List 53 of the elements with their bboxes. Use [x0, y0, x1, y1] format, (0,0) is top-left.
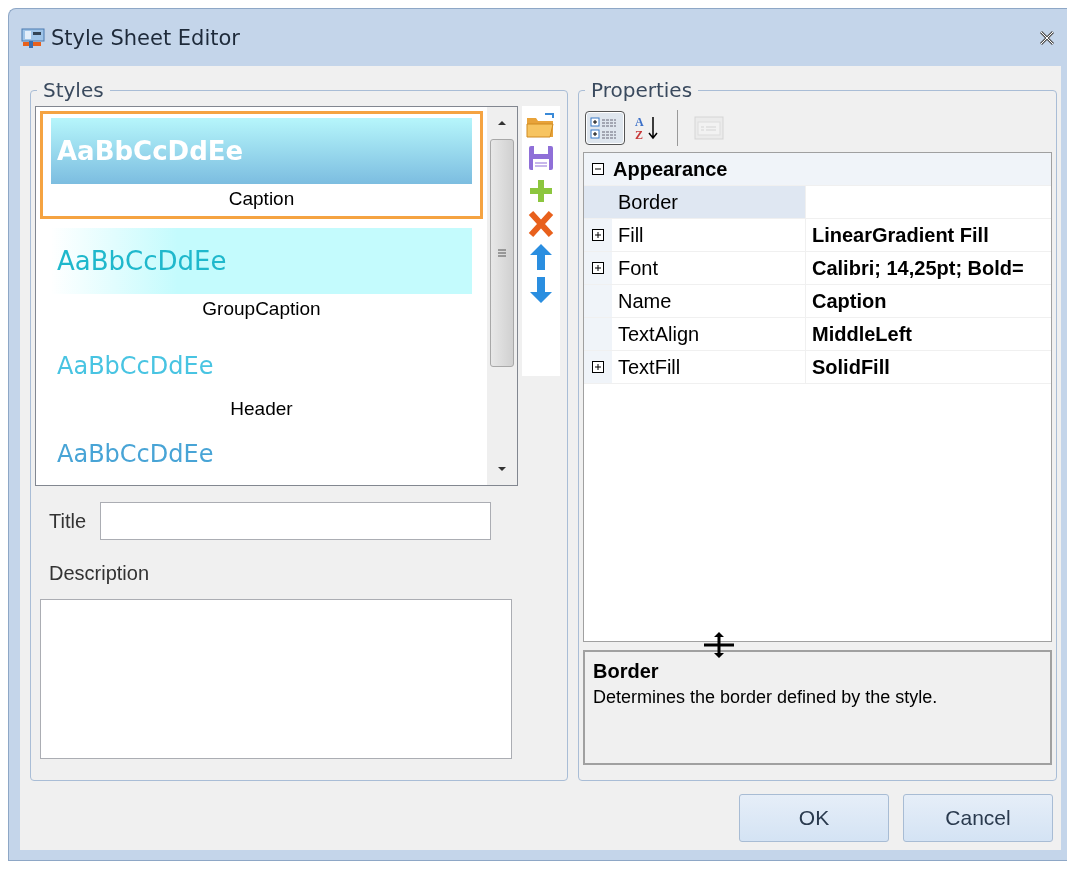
property-value: SolidFill [812, 355, 890, 379]
property-row[interactable]: TextAlign MiddleLeft [584, 318, 1051, 351]
style-item[interactable]: AaBbCcDdEe Caption [40, 111, 483, 219]
collapse-icon[interactable] [591, 162, 605, 176]
grip-icon [497, 249, 507, 257]
style-preview: AaBbCcDdEe [57, 136, 244, 166]
property-name: TextFill [618, 355, 681, 379]
property-name: Name [618, 289, 672, 313]
property-row[interactable]: TextFill SolidFill [584, 351, 1051, 384]
property-row[interactable]: Border [584, 186, 1051, 219]
scroll-thumb[interactable] [490, 139, 514, 367]
field-label: Title [49, 509, 87, 533]
field-label: Description [49, 562, 151, 585]
folder-icon[interactable] [525, 110, 557, 140]
title-input-field[interactable] [100, 502, 492, 540]
scroll-up-icon[interactable] [497, 119, 507, 127]
style-name: Caption [227, 187, 296, 211]
property-name: Fill [618, 223, 644, 247]
property-name: TextAlign [618, 322, 700, 346]
group-label: Properties [590, 78, 694, 102]
style-item[interactable]: AaBbCcDdEe Header [40, 331, 483, 429]
style-preview: AaBbCcDdEe [57, 440, 214, 468]
category-name: Appearance [613, 157, 728, 181]
style-name: GroupCaption [201, 297, 322, 321]
scrollbar[interactable] [487, 107, 517, 485]
style-preview: AaBbCcDdEe [57, 352, 214, 380]
property-row[interactable]: Font Calibri; 14,25pt; Bold= [584, 252, 1051, 285]
close-icon[interactable] [1037, 29, 1057, 46]
scroll-down-icon[interactable] [497, 465, 507, 473]
style-preview: AaBbCcDdEe [57, 246, 227, 276]
expand-icon[interactable] [591, 360, 605, 374]
expand-icon[interactable] [591, 261, 605, 275]
help-title: Border [593, 660, 660, 683]
dialog-button[interactable]: OK [739, 794, 889, 842]
dialog-button[interactable]: Cancel [903, 794, 1053, 842]
app-icon [21, 26, 47, 49]
property-value: Calibri; 14,25pt; Bold= [812, 256, 1024, 280]
property-value: MiddleLeft [812, 322, 912, 346]
property-name: Border [618, 190, 679, 214]
categorized-view-button[interactable] [585, 111, 625, 145]
expand-icon[interactable] [591, 228, 605, 242]
group-label: Styles [42, 78, 105, 102]
description-input-field[interactable] [40, 599, 512, 759]
property-name: Font [618, 256, 659, 280]
sort-alphabetical-button[interactable]: A Z [629, 111, 665, 145]
help-text: Determines the border defined by the style. [593, 687, 939, 708]
property-row[interactable]: Fill LinearGradient Fill [584, 219, 1051, 252]
style-name: Header [229, 397, 294, 421]
window-title: Style Sheet Editor [51, 25, 241, 50]
property-value: LinearGradient Fill [812, 223, 989, 247]
property-row[interactable]: Name Caption [584, 285, 1051, 318]
resize-cursor-icon [702, 631, 736, 659]
property-value: Caption [812, 289, 887, 313]
